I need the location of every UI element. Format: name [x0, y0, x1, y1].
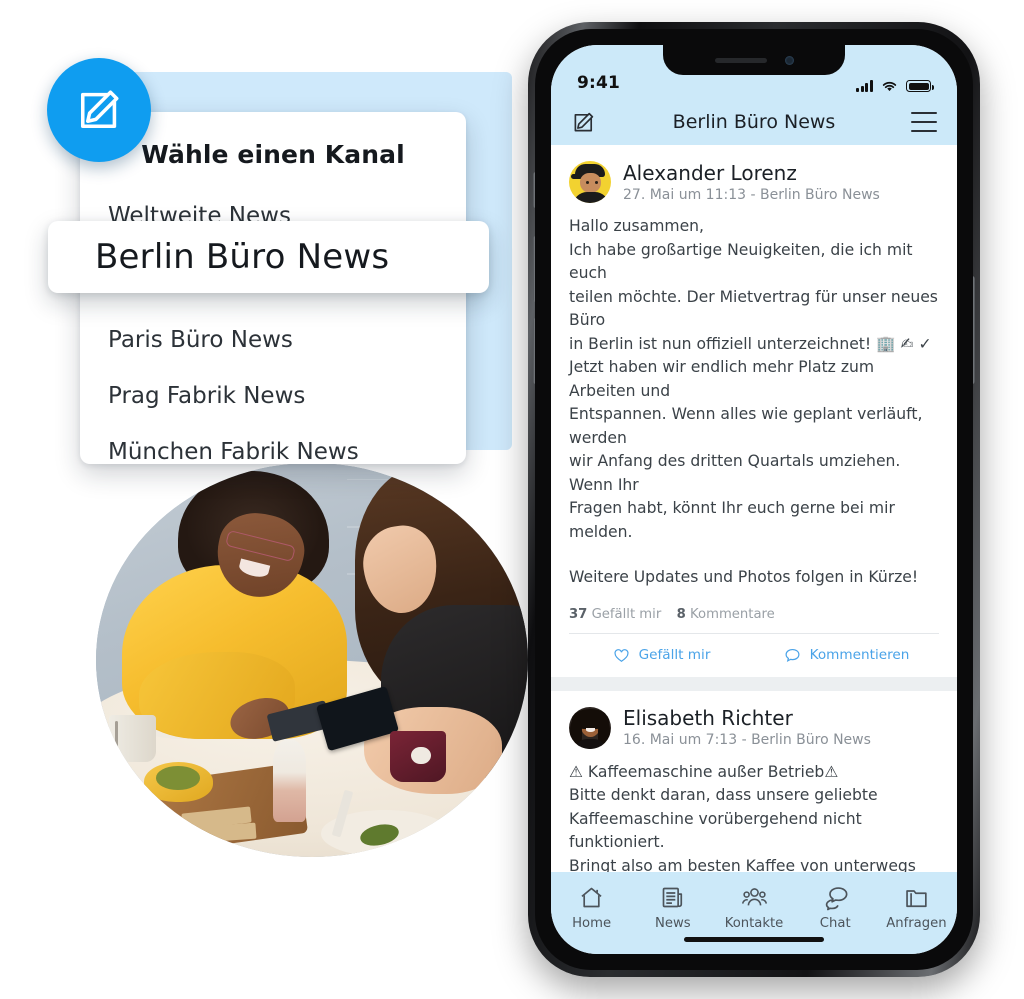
app-header: Berlin Büro News: [551, 99, 957, 145]
channel-item-berlin-buero-news-selected[interactable]: Berlin Büro News: [48, 221, 489, 293]
channel-item-muenchen-fabrik-news[interactable]: München Fabrik News: [80, 424, 466, 480]
contacts-people-icon: [741, 888, 767, 906]
post-line: Bitte denkt daran, dass unsere geliebte: [569, 786, 878, 804]
cafe-photo: [96, 463, 528, 857]
channel-item-paris-buero-news[interactable]: Paris Büro News: [80, 312, 466, 368]
comment-count-label: Kommentare: [690, 606, 775, 622]
battery-full-icon: [906, 80, 934, 92]
earpiece-speaker-icon: [714, 57, 767, 63]
post-line: teilen möchte. Der Mietvertrag für unser…: [569, 287, 938, 330]
phone-screen: 9:41 Berlin Büro News Alexander Lorenz 2…: [551, 45, 957, 954]
post-line: Entspannen. Wenn alles wie geplant verlä…: [569, 405, 923, 447]
heart-icon: [614, 648, 629, 662]
like-count: 37: [569, 606, 588, 622]
tab-anfragen-label: Anfragen: [886, 916, 947, 931]
post-item: Alexander Lorenz 27. Mai um 11:13 - Berl…: [551, 145, 957, 677]
front-camera-icon: [784, 55, 794, 65]
like-button-label: Gefällt mir: [638, 647, 711, 663]
compose-fab-button[interactable]: [47, 58, 151, 162]
tab-home-label: Home: [572, 916, 612, 931]
home-indicator[interactable]: [684, 937, 824, 942]
folder-requests-icon: [906, 890, 927, 908]
post-line-blank: [569, 544, 939, 566]
wifi-icon: [882, 81, 897, 92]
post-header: Alexander Lorenz 27. Mai um 11:13 - Berl…: [569, 161, 939, 203]
post-line: Hallo zusammen,: [569, 217, 705, 235]
news-document-icon: [662, 887, 683, 908]
post-separator: [551, 676, 957, 691]
tab-home[interactable]: Home: [551, 884, 632, 931]
avatar[interactable]: [569, 706, 611, 749]
post-line: Fragen habt, könnt Ihr euch gerne bei mi…: [569, 499, 895, 541]
post-line: in Berlin ist nun offiziell unterzeichne…: [569, 334, 932, 353]
phone-mockup: 9:41 Berlin Büro News Alexander Lorenz 2…: [518, 22, 988, 977]
compose-edit-icon: [80, 90, 119, 129]
hamburger-menu-icon[interactable]: [911, 112, 937, 132]
channel-item-prag-fabrik-news[interactable]: Prag Fabrik News: [80, 368, 466, 424]
post-line: Bringt also am besten Kaffee von unterwe…: [569, 856, 916, 873]
post-line: Kaffeemaschine vorübergehend nicht funkt…: [569, 809, 862, 852]
post-actions: Gefällt mir Kommentieren: [569, 632, 939, 677]
app-header-title: Berlin Büro News: [672, 111, 836, 133]
tab-kontakte[interactable]: Kontakte: [713, 884, 794, 931]
comment-bubble-icon: [785, 648, 800, 662]
post-author-name[interactable]: Elisabeth Richter: [623, 707, 871, 730]
comment-button[interactable]: Kommentieren: [754, 647, 939, 664]
like-button[interactable]: Gefällt mir: [569, 647, 754, 664]
tab-anfragen[interactable]: Anfragen: [876, 884, 957, 931]
screenshot-stage: Wähle einen Kanal Weltweite News Paris B…: [0, 0, 1024, 999]
home-icon: [581, 887, 602, 908]
post-body: ⚠ Kaffeemaschine außer Betrieb⚠ Bitte de…: [569, 761, 939, 873]
tab-news[interactable]: News: [632, 884, 713, 931]
post-line: wir Anfang des dritten Quartals umziehen…: [569, 452, 901, 494]
avatar[interactable]: [569, 161, 611, 203]
like-count-label: Gefällt mir: [591, 606, 662, 622]
post-line: Ich habe großartige Neuigkeiten, die ich…: [569, 240, 913, 283]
comment-count: 8: [676, 606, 686, 622]
post-line: ⚠ Kaffeemaschine außer Betrieb⚠: [569, 762, 839, 781]
post-author-name[interactable]: Alexander Lorenz: [623, 161, 880, 185]
post-line: Jetzt haben wir endlich mehr Platz zum A…: [569, 358, 875, 400]
phone-notch: [663, 45, 845, 75]
tab-kontakte-label: Kontakte: [724, 916, 784, 931]
post-header: Elisabeth Richter 16. Mai um 7:13 - Berl…: [569, 706, 939, 749]
tab-news-label: News: [654, 916, 691, 931]
status-bar-time: 9:41: [577, 73, 621, 93]
post-stats: 37 Gefällt mir 8 Kommentare: [569, 594, 939, 633]
post-meta: 16. Mai um 7:13 - Berlin Büro News: [623, 732, 871, 748]
cellular-signal-icon: [856, 80, 873, 92]
tab-chat[interactable]: Chat: [795, 884, 876, 931]
news-feed[interactable]: Alexander Lorenz 27. Mai um 11:13 - Berl…: [551, 145, 957, 872]
chat-bubbles-icon: [825, 887, 848, 911]
compose-edit-icon[interactable]: [571, 110, 596, 135]
post-meta: 27. Mai um 11:13 - Berlin Büro News: [623, 186, 880, 203]
post-item: Elisabeth Richter 16. Mai um 7:13 - Berl…: [551, 690, 957, 873]
post-body: Hallo zusammen, Ich habe großartige Neui…: [569, 215, 939, 594]
post-line: Weitere Updates und Photos folgen in Kür…: [569, 568, 919, 586]
comment-button-label: Kommentieren: [809, 647, 910, 663]
tab-chat-label: Chat: [819, 916, 851, 931]
